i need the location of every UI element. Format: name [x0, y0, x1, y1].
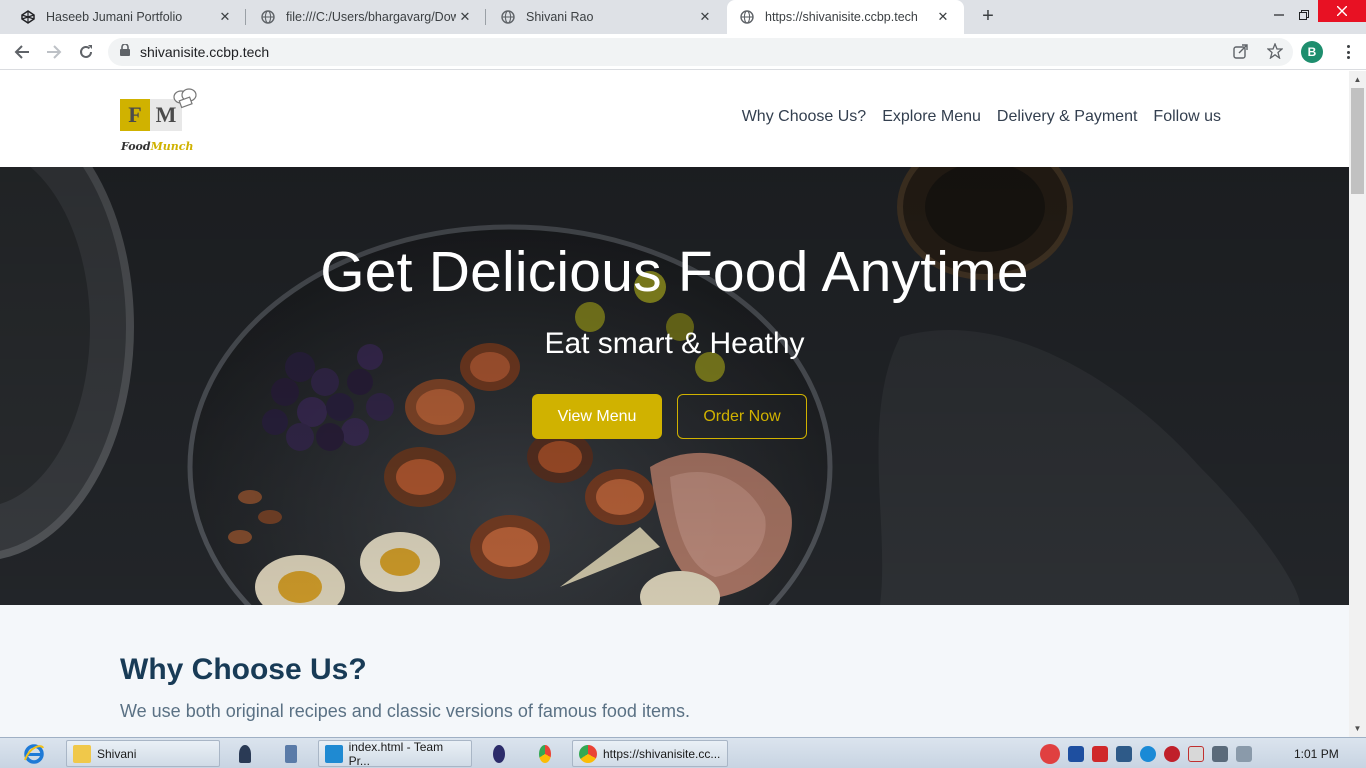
tab-shivanisite-active[interactable]: https://shivanisite.ccbp.tech ✕ — [727, 0, 964, 34]
chrome-icon — [539, 744, 551, 763]
why-heading: Why Choose Us? — [120, 653, 367, 686]
taskbar-item-vscode[interactable]: index.html - Team Pr... — [318, 739, 472, 768]
close-icon[interactable]: ✕ — [934, 8, 952, 26]
back-button[interactable] — [10, 40, 34, 64]
tray-app-icon[interactable] — [1092, 745, 1108, 762]
logo-brand-text: FoodMunch — [121, 140, 193, 153]
profile-avatar[interactable]: B — [1301, 41, 1323, 63]
tab-local-file[interactable]: file:///C:/Users/bhargavarg/Down ✕ — [248, 0, 486, 34]
view-menu-button[interactable]: View Menu — [532, 394, 662, 439]
forward-button[interactable] — [42, 40, 66, 64]
hero-title: Get Delicious Food Anytime — [320, 240, 1029, 304]
window-close-button[interactable] — [1318, 0, 1366, 22]
tab-title: Shivani Rao — [526, 10, 594, 24]
site-header: F M FoodMunch Why Choose Us? Explore Men… — [0, 71, 1349, 167]
taskbar-app-button[interactable] — [279, 740, 309, 767]
new-tab-button[interactable]: + — [976, 5, 1000, 29]
scroll-down-arrow-icon[interactable]: ▼ — [1349, 720, 1366, 737]
globe-icon — [500, 9, 516, 25]
taskbar-item-label: index.html - Team Pr... — [348, 739, 444, 768]
close-icon[interactable]: ✕ — [456, 8, 474, 26]
tray-app-icon[interactable] — [1164, 745, 1180, 762]
address-bar[interactable]: shivanisite.ccbp.tech — [108, 38, 1293, 66]
nav-delivery-payment[interactable]: Delivery & Payment — [997, 108, 1138, 126]
globe-icon — [739, 9, 755, 25]
tab-title: https://shivanisite.ccbp.tech — [765, 10, 918, 24]
taskbar-item-label: https://shivanisite.cc... — [603, 746, 721, 761]
logo-munch-text: Munch — [150, 140, 194, 153]
browser-tab-strip: Haseeb Jumani Portfolio ✕ file:///C:/Use… — [0, 0, 1366, 34]
vscode-icon — [325, 744, 343, 763]
bookmark-star-icon[interactable] — [1266, 42, 1284, 64]
taskbar-item-chrome[interactable]: https://shivanisite.cc... — [572, 740, 728, 767]
chef-hat-icon — [173, 88, 197, 109]
reload-button[interactable] — [74, 40, 98, 64]
main-nav: Why Choose Us? Explore Menu Delivery & P… — [742, 108, 1221, 126]
tray-app-icon[interactable] — [1040, 743, 1060, 764]
hero-subtitle: Eat smart & Heathy — [544, 327, 805, 360]
eclipse-icon — [493, 744, 505, 763]
order-now-button[interactable]: Order Now — [677, 394, 807, 439]
globe-icon — [260, 9, 276, 25]
taskbar-clock[interactable]: 1:01 PM — [1294, 747, 1339, 761]
close-icon[interactable]: ✕ — [216, 8, 234, 26]
tray-app-icon[interactable] — [1116, 745, 1132, 762]
tab-title: Haseeb Jumani Portfolio — [46, 10, 183, 24]
lock-icon — [120, 43, 130, 61]
logo-letter-f: F — [120, 99, 150, 131]
taskbar-item-shivani[interactable]: Shivani — [66, 740, 220, 767]
taskbar-app-button[interactable] — [233, 740, 263, 767]
why-description: We use both original recipes and classic… — [120, 701, 690, 721]
why-choose-us-section: Why Choose Us? We use both original reci… — [0, 605, 1349, 737]
page-scrollbar[interactable]: ▲ ▼ — [1349, 71, 1366, 737]
browser-toolbar: shivanisite.ccbp.tech — [0, 34, 1366, 70]
network-icon[interactable] — [1212, 745, 1228, 762]
foodmunch-logo[interactable]: F M FoodMunch — [120, 87, 200, 157]
hero-banner: Get Delicious Food Anytime Eat smart & H… — [0, 167, 1349, 605]
hero-food-background — [0, 167, 1349, 605]
codepen-icon — [20, 9, 36, 25]
teamviewer-icon[interactable] — [1140, 745, 1156, 762]
folder-icon — [73, 744, 91, 763]
nav-follow-us[interactable]: Follow us — [1153, 108, 1221, 126]
nav-why-choose-us[interactable]: Why Choose Us? — [742, 108, 867, 126]
scroll-up-arrow-icon[interactable]: ▲ — [1349, 71, 1366, 88]
windows-taskbar: Shivani index.html - Team Pr... https://… — [0, 737, 1366, 768]
internet-explorer-icon[interactable] — [22, 742, 48, 766]
browser-menu-icon[interactable] — [1340, 43, 1356, 61]
logo-food-text: Food — [121, 140, 151, 153]
taskbar-app-button[interactable] — [487, 740, 517, 767]
user-app-icon — [239, 744, 251, 763]
scrollbar-thumb[interactable] — [1351, 88, 1364, 194]
chrome-icon — [579, 744, 597, 763]
window-app-icon — [285, 744, 297, 763]
network-warning-icon[interactable] — [1188, 745, 1204, 762]
address-text: shivanisite.ccbp.tech — [140, 44, 270, 60]
taskbar-item-label: Shivani — [97, 746, 137, 761]
tab-shivani-rao[interactable]: Shivani Rao ✕ — [488, 0, 726, 34]
bluetooth-icon[interactable] — [1068, 745, 1084, 762]
system-tray — [1040, 741, 1322, 766]
share-icon[interactable] — [1233, 43, 1249, 64]
close-icon[interactable]: ✕ — [696, 8, 714, 26]
tab-haseeb-portfolio[interactable]: Haseeb Jumani Portfolio ✕ — [8, 0, 246, 34]
tab-title: file:///C:/Users/bhargavarg/Down — [286, 10, 456, 24]
nav-explore-menu[interactable]: Explore Menu — [882, 108, 981, 126]
volume-icon[interactable] — [1236, 745, 1252, 762]
page-viewport: F M FoodMunch Why Choose Us? Explore Men… — [0, 71, 1349, 737]
taskbar-app-button[interactable] — [533, 740, 563, 767]
